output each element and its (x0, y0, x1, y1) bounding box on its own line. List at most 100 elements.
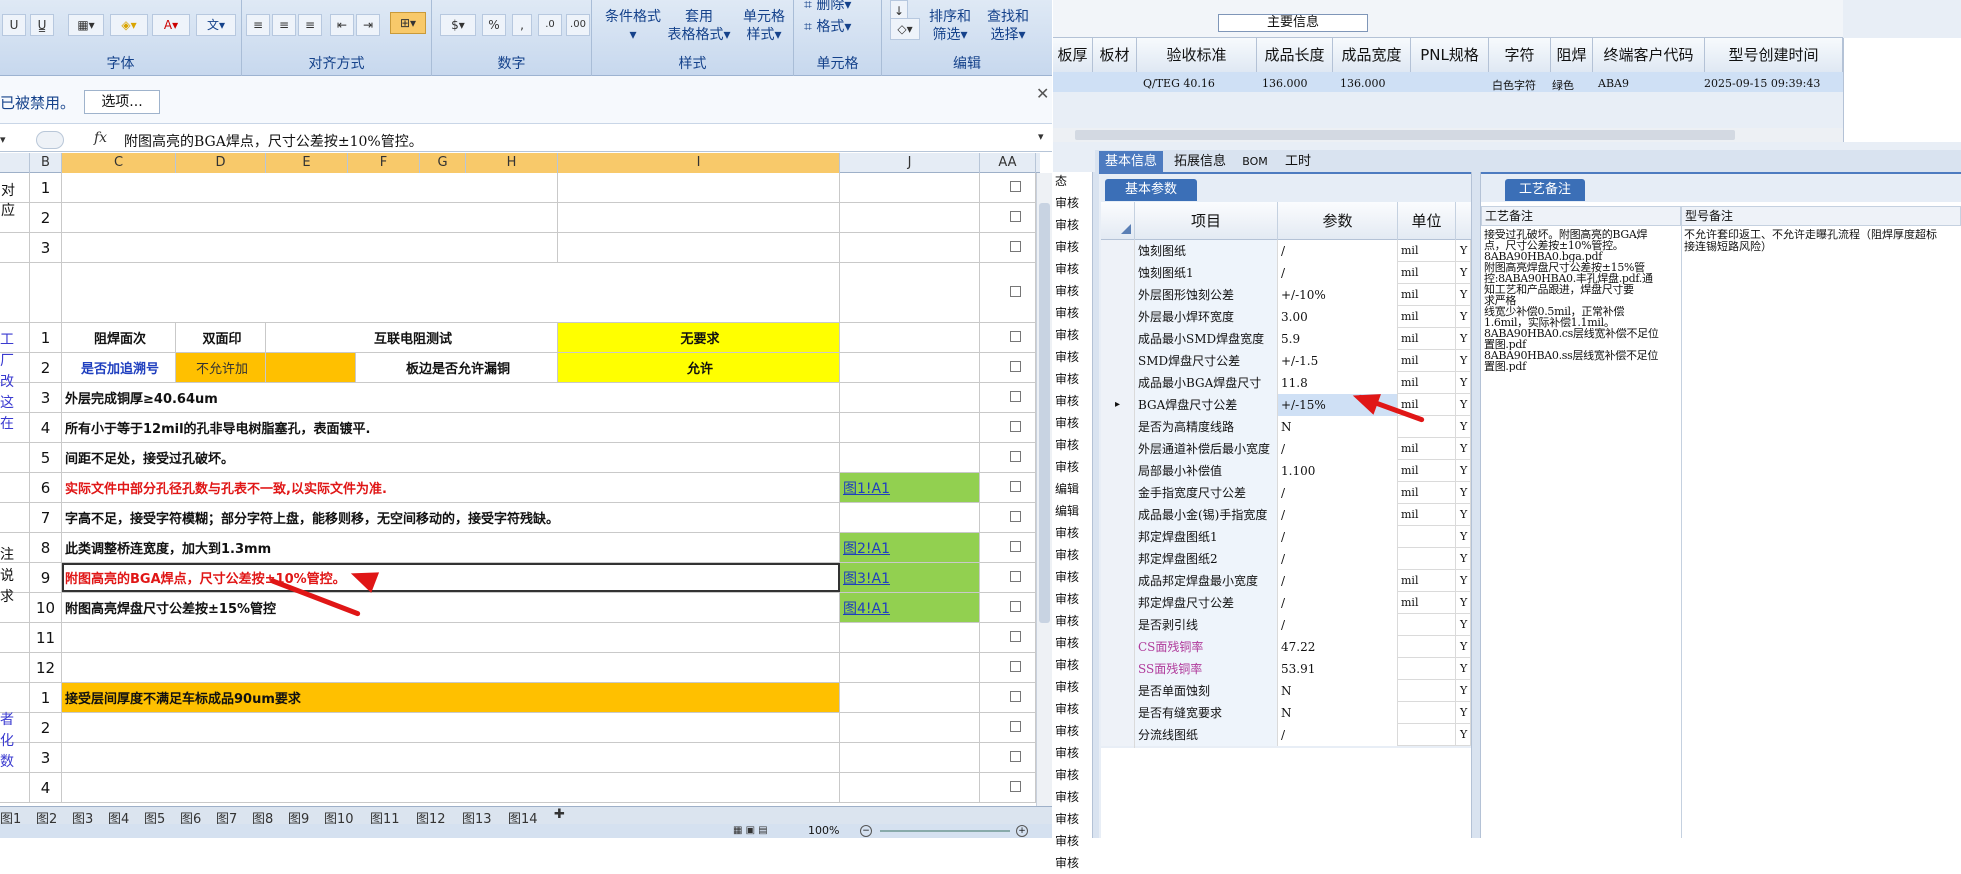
param-name[interactable]: BGA焊盘尺寸公差 (1135, 394, 1278, 416)
close-message-icon[interactable]: ✕ (1036, 84, 1049, 103)
checkbox[interactable] (1010, 691, 1021, 702)
sheet-tab[interactable]: 图4 (108, 808, 129, 824)
checkbox[interactable] (1010, 601, 1021, 612)
param-name[interactable]: CS面残铜率 (1135, 636, 1278, 658)
value-cell[interactable]: 不允许加 (176, 353, 266, 382)
cell[interactable] (840, 353, 980, 382)
param-value[interactable]: 3.00 (1278, 306, 1398, 328)
row-selector[interactable] (1101, 636, 1135, 658)
col-header-b[interactable]: B (30, 153, 62, 173)
param-row[interactable]: 蚀刻图纸1/mil Y (1101, 262, 1471, 284)
cell[interactable] (62, 233, 558, 262)
col-header-h[interactable]: H (466, 153, 558, 173)
param-value[interactable]: / (1278, 482, 1398, 504)
param-unit[interactable]: mil (1398, 438, 1456, 460)
cell[interactable] (840, 743, 980, 772)
row-number-cell[interactable]: 3 (30, 233, 62, 262)
param-value[interactable]: 5.9 (1278, 328, 1398, 350)
row-number-cell[interactable]: 8 (30, 533, 62, 562)
param-value[interactable]: / (1278, 526, 1398, 548)
param-row[interactable]: 邦定焊盘图纸2/ Y (1101, 548, 1471, 570)
sheet-tab[interactable]: 图14 (508, 808, 538, 824)
param-unit[interactable]: mil (1398, 240, 1456, 262)
row-selector[interactable] (1101, 592, 1135, 614)
scroll-thumb[interactable] (1039, 203, 1050, 623)
param-row[interactable]: SMD焊盘尺寸公差 +/-1.5 mil Y (1101, 350, 1471, 372)
col-item[interactable]: 项目 (1135, 202, 1278, 240)
param-unit[interactable] (1398, 724, 1456, 746)
checkbox-cell[interactable] (980, 683, 1036, 712)
row-selector[interactable] (1101, 702, 1135, 724)
row-number-cell[interactable]: 11 (30, 623, 62, 652)
param-row[interactable]: 外层图形蚀刻公差 +/-10% mil Y (1101, 284, 1471, 306)
param-name[interactable]: SMD焊盘尺寸公差 (1135, 350, 1278, 372)
param-row[interactable]: 是否单面蚀刻 N Y (1101, 680, 1471, 702)
sheet-tab[interactable]: 图6 (180, 808, 201, 824)
merged-text-cell[interactable]: 此类调整桥连宽度，加大到1.3mm (62, 533, 840, 562)
param-unit[interactable]: mil (1398, 306, 1456, 328)
param-flag[interactable]: Y (1456, 570, 1471, 592)
param-flag[interactable]: Y (1456, 350, 1471, 372)
param-row[interactable]: 成品最小BGA焊盘尺寸 11.8 mil Y (1101, 372, 1471, 394)
param-flag[interactable]: Y (1456, 460, 1471, 482)
merged-text-cell[interactable] (62, 713, 840, 742)
param-row[interactable]: 是否有缝宽要求 N Y (1101, 702, 1471, 724)
cell[interactable] (840, 203, 980, 232)
cell[interactable] (840, 713, 980, 742)
param-unit[interactable]: mil (1398, 372, 1456, 394)
cell[interactable] (840, 233, 980, 262)
param-flag[interactable]: Y (1456, 438, 1471, 460)
param-unit[interactable]: mil (1398, 592, 1456, 614)
sheet-tab[interactable]: 图13 (462, 808, 492, 824)
cell[interactable] (840, 773, 980, 802)
cell[interactable] (62, 173, 558, 202)
row-number-cell[interactable]: 7 (30, 503, 62, 532)
hscroll-thumb[interactable] (1075, 130, 1735, 140)
cell[interactable] (558, 203, 840, 232)
checkbox[interactable] (1010, 451, 1021, 462)
row-number-cell[interactable]: 12 (30, 653, 62, 682)
sheet-tab[interactable]: 图1 (0, 808, 21, 824)
param-name[interactable]: 蚀刻图纸1 (1135, 262, 1278, 284)
row-section-cell[interactable] (0, 473, 30, 502)
param-row[interactable]: 邦定焊盘图纸1/ Y (1101, 526, 1471, 548)
tab-process-remark[interactable]: 工艺备注 (1505, 179, 1585, 201)
cell[interactable] (840, 443, 980, 472)
main-grid-header-cell[interactable]: 板材 (1093, 38, 1137, 72)
tab-basic-info[interactable]: 基本信息 (1099, 151, 1163, 173)
cell[interactable] (840, 653, 980, 682)
row-selector[interactable] (1101, 416, 1135, 438)
param-flag[interactable]: Y (1456, 328, 1471, 350)
checkbox[interactable] (1010, 511, 1021, 522)
vertical-scrollbar[interactable] (1036, 173, 1052, 806)
row-selector[interactable] (1101, 548, 1135, 570)
tab-extended-info[interactable]: 拓展信息 (1167, 151, 1233, 173)
param-unit[interactable] (1398, 526, 1456, 548)
checkbox-cell[interactable] (980, 503, 1036, 532)
param-flag[interactable]: Y (1456, 592, 1471, 614)
insert-sheet-icon[interactable]: ✚ (554, 807, 565, 822)
checkbox[interactable] (1010, 481, 1021, 492)
main-grid-header-cell[interactable]: 型号创建时间 (1705, 38, 1843, 72)
merged-text-cell[interactable]: 所有小于等于12mil的孔非导电树脂塞孔，表面镀平. (62, 413, 840, 442)
main-grid-header-cell[interactable]: 字符 (1489, 38, 1551, 72)
checkbox-cell[interactable] (980, 173, 1036, 202)
checkbox[interactable] (1010, 391, 1021, 402)
checkbox-cell[interactable] (980, 353, 1036, 382)
sheet-tab[interactable]: 图2 (36, 808, 57, 824)
row-selector[interactable] (1101, 614, 1135, 636)
param-value[interactable]: / (1278, 438, 1398, 460)
checkbox-cell[interactable] (980, 263, 1036, 322)
param-value[interactable]: / (1278, 262, 1398, 284)
tab-basic-params[interactable]: 基本参数 (1105, 179, 1197, 201)
row-number-cell[interactable]: 5 (30, 443, 62, 472)
row-selector[interactable] (1101, 658, 1135, 680)
checkbox-cell[interactable] (980, 713, 1036, 742)
checkbox[interactable] (1010, 211, 1021, 222)
zoom-out-icon[interactable]: − (860, 825, 872, 837)
param-unit[interactable] (1398, 416, 1456, 438)
row-section-cell[interactable] (0, 503, 30, 532)
param-unit[interactable]: mil (1398, 262, 1456, 284)
row-section-cell[interactable] (0, 683, 30, 712)
col-unit[interactable]: 单位 (1398, 202, 1456, 240)
